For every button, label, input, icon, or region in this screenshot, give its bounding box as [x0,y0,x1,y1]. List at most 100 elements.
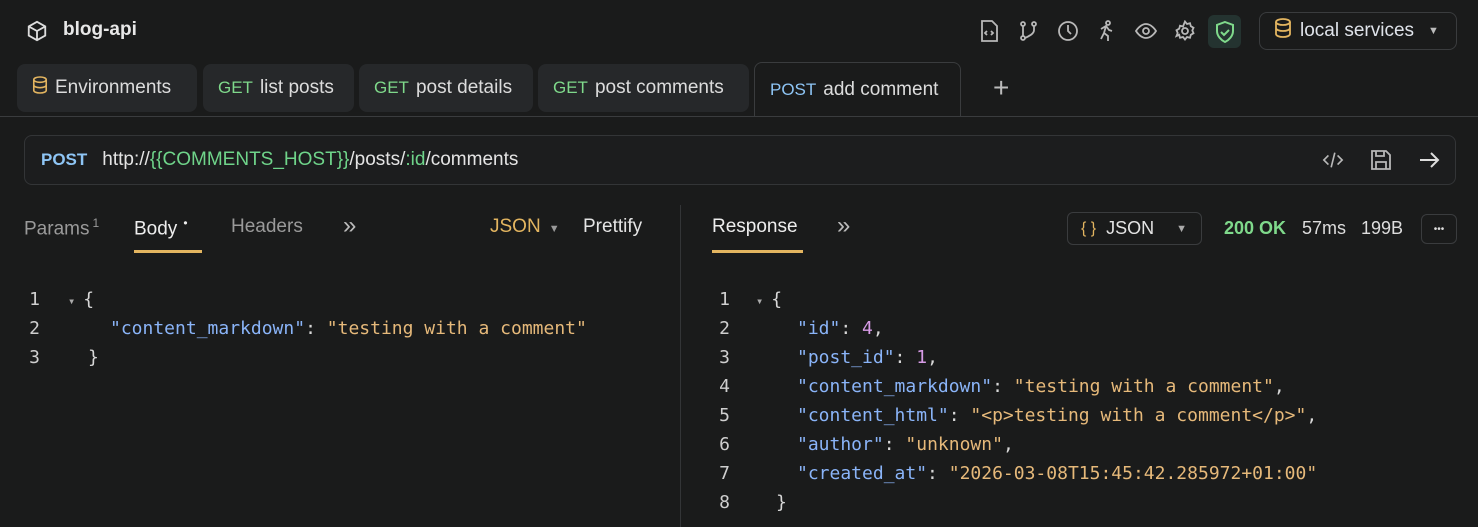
tab-post-details[interactable]: GET post details [359,64,533,112]
method-badge: POST [770,79,817,99]
brace: } [776,492,787,513]
json-key: "id" [797,318,841,339]
response-time: 57ms [1302,218,1347,238]
code-line: 1 ▾{ [20,285,94,314]
body-editor[interactable]: 1 ▾{ 2 "content_markdown": "testing with a … [0,285,680,525]
gear-icon[interactable] [1174,20,1196,42]
json-key: "content_markdown" [797,376,993,397]
line-number: 3 [29,347,40,368]
send-arrow-icon[interactable] [1418,149,1440,171]
cube-icon [26,20,48,42]
response-format-select[interactable]: { } JSON ▼ [1067,212,1202,245]
colon: : [840,318,863,339]
json-key: "content_html" [797,405,949,426]
code-line: 2 "id": 4, [710,314,884,343]
code-line: 8} [710,488,787,517]
chevron-down-icon: ▼ [548,223,560,235]
line-number: 6 [719,434,730,455]
code-line: 3 "post_id": 1, [710,343,938,372]
code-text: "id": 4, [797,318,884,339]
tab-body[interactable]: Body • [134,216,188,240]
history-icon[interactable] [1057,20,1079,42]
json-key: "content_markdown" [110,318,306,339]
runner-icon[interactable] [1095,20,1117,42]
response-viewer: 1 ▾{ 2 "id": 4, 3 "post_id": 1, 4 "content_mark… [690,285,1478,527]
line-number: 2 [719,318,730,339]
code-text: ▾{ [68,289,94,310]
chevron-down-icon: ▼ [1428,25,1439,37]
save-icon[interactable] [1370,149,1392,171]
url-bar[interactable]: POST http://{{COMMENTS_HOST}}/posts/:id /… [24,135,1456,185]
more-tabs-icon[interactable]: » [343,212,356,240]
title-bar [0,0,1478,62]
tab-headers[interactable]: Headers [231,216,303,238]
fold-arrow-icon: ▾ [68,294,76,308]
new-tab-plus-icon[interactable]: + [993,72,1009,104]
json-value: 4 [862,318,873,339]
method-badge: GET [553,78,588,97]
code-icon[interactable] [1322,149,1344,171]
tab-response[interactable]: Response [712,216,798,238]
git-branch-icon[interactable] [1018,20,1040,42]
more-options-button[interactable]: ••• [1421,214,1457,244]
tab-list-posts[interactable]: GET list posts [203,64,354,112]
format-label: JSON [1106,218,1155,238]
shield-check-icon[interactable] [1208,15,1241,48]
colon: : [992,376,1014,397]
prettify-button[interactable]: Prettify [583,216,642,238]
json-value: "unknown" [905,434,1003,455]
comma: , [1273,376,1285,397]
method-label[interactable]: POST [41,150,87,170]
line-number: 2 [29,318,40,339]
json-value: 1 [916,347,928,368]
tab-post-comments[interactable]: GET post comments [538,64,749,112]
colon: : [883,434,906,455]
tab-environments[interactable]: Environments [17,64,197,112]
comma: , [1002,434,1014,455]
code-text: "post_id": 1, [797,347,938,368]
tab-label: post comments [594,77,724,98]
code-line: 4 "content_markdown": "testing with a com… [710,372,1285,401]
line-number: 1 [719,289,730,310]
colon: : [927,463,949,484]
comma: , [1306,405,1318,426]
response-size: 199B [1361,218,1404,238]
json-key: "created_at" [797,463,928,484]
eye-icon[interactable] [1135,20,1157,42]
line-number: 5 [719,405,730,426]
code-line: 5 "content_html": "<p>testing with a comm… [710,401,1317,430]
method-badge: GET [218,78,253,97]
status-code: 200 OK [1224,218,1287,238]
body-format-select[interactable]: JSON ▼ [490,216,560,238]
colon: : [305,318,327,339]
code-line: 7 "created_at": "2026-03-08T15:45:42.2859… [710,459,1317,488]
url-path: /posts/ [349,149,406,170]
file-code-icon[interactable] [978,20,1000,42]
environment-select[interactable]: local services ▼ [1259,12,1457,50]
json-value: "<p>testing with a comment</p>" [970,405,1307,426]
braces-icon: { } [1081,219,1097,237]
tab-add-comment[interactable]: POST add comment [754,62,961,116]
code-text: "content_markdown": "testing with a comm… [110,318,587,339]
tab-params[interactable]: Params 1 [24,216,99,240]
params-count: 1 [92,216,100,230]
fold-arrow-icon: ▾ [756,294,764,308]
code-line: 6 "author": "unknown", [710,430,1014,459]
code-line: 1 ▾{ [710,285,782,314]
line-number: 1 [29,289,40,310]
tab-label: Environments [55,77,172,98]
code-text: "content_html": "<p>testing with a comme… [797,405,1317,426]
colon: : [948,405,971,426]
code-text: "created_at": "2026-03-08T15:45:42.28597… [797,463,1317,484]
line-number: 3 [719,347,730,368]
code-line: 2 "content_markdown": "testing with a com… [20,314,587,343]
line-number: 7 [719,463,730,484]
line-number: 4 [719,376,730,397]
environment-label: local services [1300,20,1415,41]
more-tabs-icon[interactable]: » [837,212,850,240]
pane-divider[interactable] [680,205,681,527]
code-text: } [88,347,99,368]
code-text: ▾{ [756,289,782,310]
tab-label: post details [415,77,513,98]
url-prefix: http:// [102,149,150,170]
